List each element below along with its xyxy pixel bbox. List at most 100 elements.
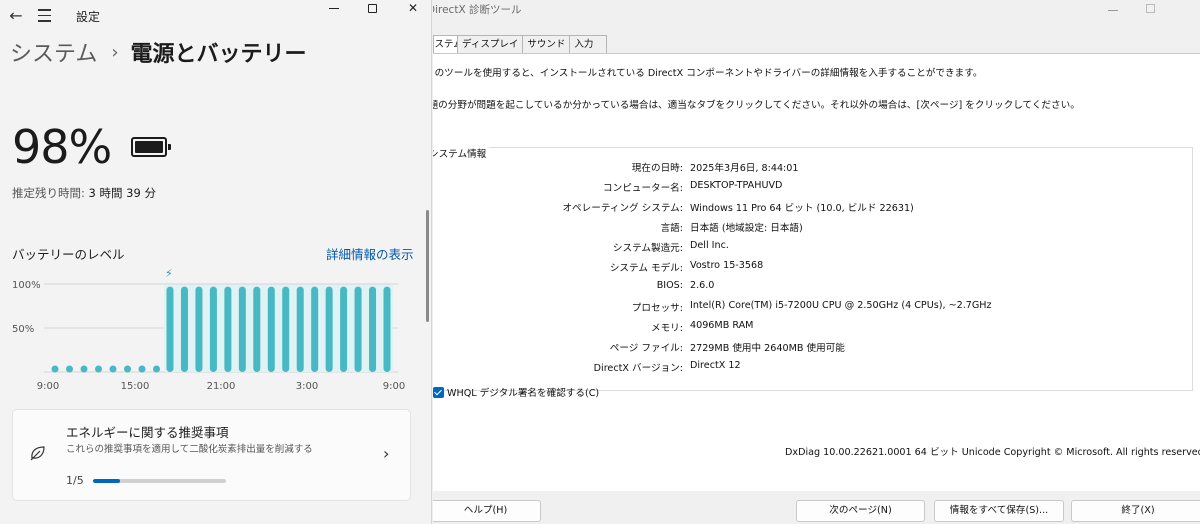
recommendation-progress-text: 1/5 (66, 474, 84, 487)
breadcrumb-separator-icon: › (111, 41, 119, 63)
x-tick-label: 21:00 (207, 381, 236, 392)
chart-bar (180, 286, 188, 372)
system-info-label: 現在の日時: (631, 163, 683, 174)
chart-bar (340, 286, 348, 372)
dxdiag-maximize-button[interactable] (1146, 2, 1155, 16)
battery-level-chart: 100% 50% ⚡ 9:00 15:00 21:00 3:00 9:00 (12, 267, 405, 392)
breadcrumb-parent-system[interactable]: システム (10, 36, 97, 68)
x-tick-label: 9:00 (37, 381, 59, 392)
dxdiag-minimize-button[interactable] (1108, 0, 1118, 14)
chart-bar (166, 286, 174, 372)
intro-text-2: 問題の分野が問題を起こしているか分かっている場合は、適当なタブをクリックしてくだ… (433, 100, 1080, 111)
y-tick-label: 50% (12, 324, 34, 335)
chart-dot (51, 365, 59, 373)
chevron-right-icon[interactable]: › (383, 444, 389, 463)
system-info-label: コンピューター名: (603, 183, 683, 194)
y-tick-label: 100% (12, 280, 41, 291)
system-info-label: 言語: (660, 223, 683, 234)
system-info-value: 日本語 (地域設定: 日本語) (690, 223, 803, 234)
chart-dot (80, 365, 88, 373)
system-info-value: Windows 11 Pro 64 ビット (10.0, ビルド 22631) (690, 203, 914, 214)
scrollbar[interactable] (426, 210, 429, 322)
tab-sound[interactable]: サウンド (522, 35, 571, 54)
chart-dot (109, 365, 117, 373)
system-info-label: システム モデル: (609, 263, 683, 274)
system-info-value: 4096MB RAM (690, 320, 754, 331)
system-info-value: 2.6.0 (690, 280, 715, 291)
tab-display[interactable]: ディスプレイ (457, 35, 524, 54)
view-details-link[interactable]: 詳細情報の表示 (326, 244, 414, 263)
copyright-text: DxDiag 10.00.22621.0001 64 ビット Unicode C… (785, 447, 1200, 458)
system-info-value: 2025年3月6日, 8:44:01 (690, 163, 799, 174)
chart-dot (66, 365, 73, 373)
remaining-label: 推定残り時間: (12, 186, 85, 200)
dxdiag-window-title: DirectX 診断ツール (433, 2, 521, 17)
whql-checkbox[interactable] (433, 386, 444, 398)
help-button[interactable]: ヘルプ(H) (433, 500, 541, 522)
system-info-row: オペレーティング システム: Windows 11 Pro 64 ビット (10.… (433, 200, 1200, 216)
chart-bar (224, 286, 232, 372)
system-info-value: Intel(R) Core(TM) i5-7200U CPU @ 2.50GHz… (690, 300, 992, 311)
system-info-label: ページ ファイル: (609, 343, 683, 354)
recommendation-subtitle: これらの推奨事項を適用して二酸化炭素排出量を削減する (66, 444, 313, 455)
minimize-button[interactable] (314, 0, 354, 18)
system-info-row: メモリ: 4096MB RAM (433, 320, 1200, 336)
recommendation-progress-bar (93, 479, 226, 483)
chart-bar (195, 286, 203, 372)
hamburger-menu-icon[interactable] (38, 5, 54, 25)
system-info-row: コンピューター名: DESKTOP-TPAHUVD (433, 180, 1200, 196)
estimated-time-remaining: 推定残り時間: 3 時間 39 分 (12, 185, 156, 201)
system-info-row: システム モデル: Vostro 15-3568 (433, 260, 1200, 276)
charging-bolt-icon: ⚡ (165, 267, 173, 280)
energy-recommendations-card[interactable]: エネルギーに関する推奨事項 これらの推奨事項を適用して二酸化炭素排出量を削減する… (12, 409, 411, 501)
maximize-button[interactable] (352, 0, 392, 18)
x-tick-label: 15:00 (121, 381, 150, 392)
dxdiag-tabs: システム ディスプレイ サウンド 入力 (433, 35, 608, 55)
remaining-value: 3 時間 39 分 (88, 186, 156, 200)
system-info-row: 言語: 日本語 (地域設定: 日本語) (433, 220, 1200, 236)
tab-input[interactable]: 入力 (569, 35, 608, 54)
system-info-label: プロセッサ: (631, 303, 683, 314)
chart-bar (325, 286, 333, 372)
chart-dot (153, 365, 160, 373)
system-info-label: DirectX バージョン: (593, 363, 683, 374)
dxdiag-window: DirectX 診断ツール システム ディスプレイ サウンド 入力 このツールを… (433, 0, 1200, 524)
close-button[interactable]: ✕ (393, 0, 431, 18)
exit-button[interactable]: 終了(X) (1071, 500, 1200, 522)
system-info-value: 2729MB 使用中 2640MB 使用可能 (690, 343, 845, 354)
whql-checkbox-row[interactable]: WHQL デジタル署名を確認する(C) (433, 385, 599, 399)
system-info-row: BIOS: 2.6.0 (433, 280, 1200, 296)
chart-dot (124, 365, 131, 373)
chart-dot (138, 365, 146, 373)
chart-bar (383, 286, 391, 372)
system-info-value: Dell Inc. (690, 240, 729, 251)
tab-system[interactable]: システム (433, 35, 458, 55)
system-info-label: オペレーティング システム: (562, 203, 683, 214)
save-all-info-button[interactable]: 情報をすべて保存(S)... (934, 500, 1064, 522)
whql-label: WHQL デジタル署名を確認する(C) (447, 388, 600, 399)
system-info-value: Vostro 15-3568 (690, 260, 764, 271)
breadcrumb: システム › 電源とバッテリー (10, 36, 307, 68)
chart-bar (209, 286, 217, 372)
chart-bar (238, 286, 246, 372)
page-title: 電源とバッテリー (130, 42, 307, 67)
window-title: 設定 (76, 10, 101, 24)
chart-bar (267, 286, 275, 372)
system-info-label: メモリ: (650, 323, 683, 334)
system-info-row: ページ ファイル: 2729MB 使用中 2640MB 使用可能 (433, 340, 1200, 356)
intro-text-1: このツールを使用すると、インストールされている DirectX コンポーネントや… (433, 68, 983, 79)
battery-level-heading: バッテリーのレベル (12, 247, 125, 262)
x-tick-label: 9:00 (383, 381, 405, 392)
back-arrow-icon[interactable]: ← (4, 4, 28, 28)
next-page-button[interactable]: 次のページ(N) (796, 500, 925, 522)
system-info-row: プロセッサ: Intel(R) Core(TM) i5-7200U CPU @ 2… (433, 300, 1200, 316)
title-bar: ← 設定 ✕ (0, 0, 431, 32)
battery-percentage: 98% (12, 120, 112, 174)
system-info-row: 現在の日時: 2025年3月6日, 8:44:01 (433, 160, 1200, 176)
chart-dot (95, 365, 102, 373)
system-tab-panel: このツールを使用すると、インストールされている DirectX コンポーネントや… (433, 53, 1200, 491)
chart-bar (296, 286, 304, 372)
system-info-value: DESKTOP-TPAHUVD (690, 180, 783, 191)
system-info-label: システム製造元: (612, 243, 683, 254)
chart-bar (282, 286, 290, 372)
